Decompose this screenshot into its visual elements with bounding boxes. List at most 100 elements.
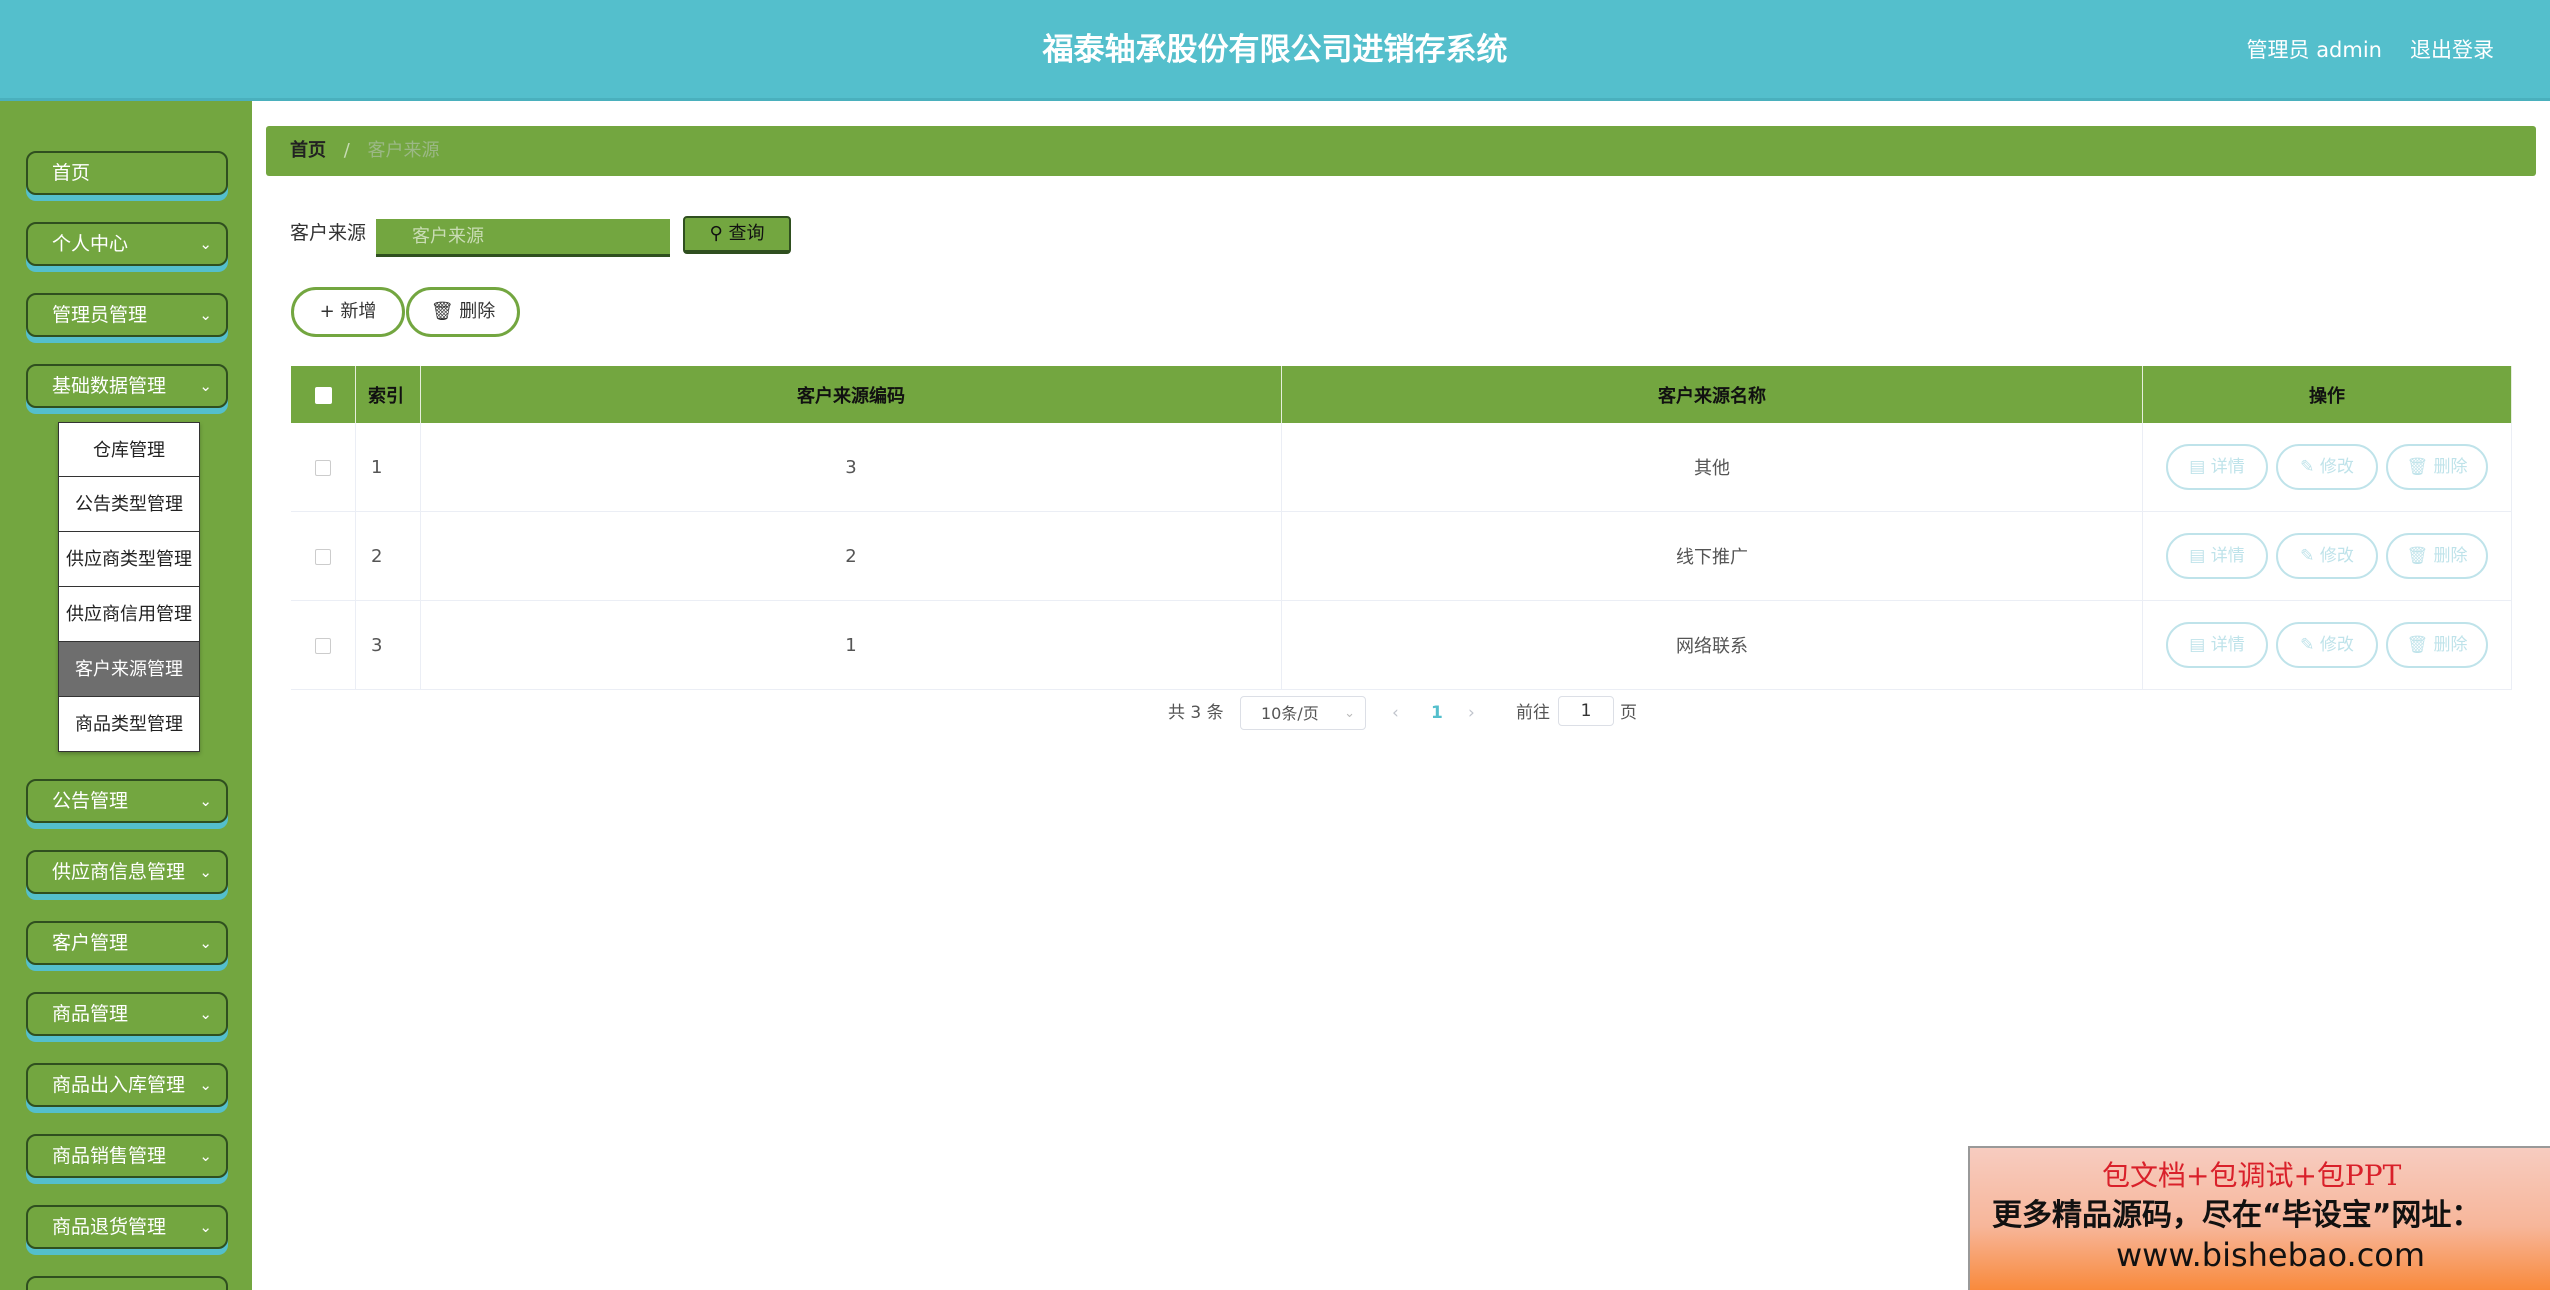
next-page-icon[interactable]: › <box>1468 696 1475 730</box>
search-icon: ⚲ <box>709 223 723 244</box>
detail-button-label: 详情 <box>2210 635 2245 655</box>
current-user: 管理员 admin <box>2246 38 2382 62</box>
edit-button[interactable]: ✎ 修改 <box>2276 533 2378 579</box>
sidebar-item-customer[interactable]: 客户管理 ⌄ <box>26 921 228 965</box>
document-icon: ▤ <box>2189 546 2206 566</box>
submenu-item-supplier-credit[interactable]: 供应商信用管理 <box>58 587 200 642</box>
chevron-down-icon: ⌄ <box>199 792 212 810</box>
delete-button-label: 删除 <box>459 301 496 322</box>
sidebar-item-label: 商品退货管理 <box>52 1216 167 1238</box>
search-input[interactable] <box>376 219 670 257</box>
sidebar-item-supplier[interactable]: 供应商信息管理 ⌄ <box>26 850 228 894</box>
sidebar-item-label: 客户管理 <box>52 932 129 954</box>
breadcrumb: 首页 / 客户来源 <box>266 126 2536 176</box>
chevron-down-icon: ⌄ <box>199 1218 212 1236</box>
breadcrumb-home[interactable]: 首页 <box>290 140 326 161</box>
sidebar-item-home[interactable]: 首页 <box>26 151 228 195</box>
cell-ops: ▤ 详情 ✎ 修改 🗑 删除 <box>2142 423 2512 512</box>
row-delete-button-label: 删除 <box>2433 546 2468 566</box>
submenu-item-notice-type[interactable]: 公告类型管理 <box>58 477 200 532</box>
chevron-down-icon: ⌄ <box>1344 706 1355 721</box>
goto-page-input[interactable]: 1 <box>1558 696 1614 726</box>
row-delete-button[interactable]: 🗑 删除 <box>2386 444 2488 490</box>
column-header-code: 客户来源编码 <box>420 366 1282 423</box>
submenu-item-supplier-type[interactable]: 供应商类型管理 <box>58 532 200 587</box>
sidebar-item-label: 首页 <box>52 162 91 184</box>
sidebar-item-more[interactable] <box>26 1276 228 1290</box>
trash-icon: 🗑 <box>2406 457 2429 477</box>
submenu-item-goods-type[interactable]: 商品类型管理 <box>58 697 200 752</box>
submenu-item-customer-source[interactable]: 客户来源管理 <box>58 642 200 697</box>
detail-button-label: 详情 <box>2210 546 2245 566</box>
cell-index: 3 <box>355 600 421 690</box>
cell-ops: ▤ 详情 ✎ 修改 🗑 删除 <box>2142 511 2512 601</box>
submenu-item-warehouse[interactable]: 仓库管理 <box>58 422 200 477</box>
edit-button-label: 修改 <box>2319 635 2354 655</box>
cell-index: 2 <box>355 511 421 601</box>
promo-line-2: 更多精品源码，尽在“毕设宝”网址： <box>1992 1198 2482 1233</box>
table-row: 2 2 线下推广 ▤ 详情 ✎ 修改 🗑 删除 <box>291 511 2512 601</box>
promo-line-3: www.bishebao.com <box>2116 1236 2426 1274</box>
detail-button[interactable]: ▤ 详情 <box>2166 533 2268 579</box>
select-all-checkbox[interactable] <box>314 386 332 404</box>
cell-ops: ▤ 详情 ✎ 修改 🗑 删除 <box>2142 600 2512 690</box>
row-delete-button-label: 删除 <box>2433 635 2468 655</box>
detail-button[interactable]: ▤ 详情 <box>2166 622 2268 668</box>
search-button[interactable]: ⚲ 查询 <box>683 216 791 254</box>
chevron-down-icon: ⌄ <box>199 1147 212 1165</box>
sidebar-item-label: 供应商信息管理 <box>52 861 186 883</box>
cell-code: 3 <box>420 423 1282 512</box>
cell-index: 1 <box>355 423 421 512</box>
pagination-total: 共 3 条 <box>1168 703 1224 723</box>
top-header: 福泰轴承股份有限公司进销存系统 管理员 admin 退出登录 <box>0 0 2550 101</box>
edit-button-label: 修改 <box>2319 546 2354 566</box>
chevron-down-icon: ⌄ <box>199 934 212 952</box>
sidebar-item-notice[interactable]: 公告管理 ⌄ <box>26 779 228 823</box>
logout-link[interactable]: 退出登录 <box>2410 0 2494 101</box>
document-icon: ▤ <box>2189 635 2206 655</box>
plus-icon: + <box>319 301 335 322</box>
page-size-select[interactable]: 10条/页 ⌄ <box>1240 696 1366 730</box>
delete-button[interactable]: 🗑 删除 <box>406 287 520 337</box>
detail-button[interactable]: ▤ 详情 <box>2166 444 2268 490</box>
row-checkbox[interactable] <box>315 548 331 565</box>
edit-button[interactable]: ✎ 修改 <box>2276 622 2378 668</box>
sidebar-item-label: 个人中心 <box>52 233 129 255</box>
add-button[interactable]: + 新增 <box>291 287 405 337</box>
detail-button-label: 详情 <box>2210 457 2245 477</box>
edit-button[interactable]: ✎ 修改 <box>2276 444 2378 490</box>
sidebar-item-goods-return[interactable]: 商品退货管理 ⌄ <box>26 1205 228 1249</box>
cell-name: 线下推广 <box>1281 511 2143 601</box>
row-delete-button[interactable]: 🗑 删除 <box>2386 622 2488 668</box>
trash-icon: 🗑 <box>2406 635 2429 655</box>
add-button-label: 新增 <box>340 301 377 322</box>
sidebar-item-admin[interactable]: 管理员管理 ⌄ <box>26 293 228 337</box>
prev-page-icon[interactable]: ‹ <box>1392 696 1399 730</box>
chevron-down-icon: ⌄ <box>199 863 212 881</box>
goto-prefix: 前往 <box>1516 703 1550 723</box>
chevron-down-icon: ⌄ <box>199 1076 212 1094</box>
promo-banner: 包文档+包调试+包PPT 更多精品源码，尽在“毕设宝”网址： www.bishe… <box>1968 1146 2550 1290</box>
pencil-icon: ✎ <box>2300 635 2315 655</box>
cell-code: 1 <box>420 600 1282 690</box>
search-label: 客户来源 <box>290 222 367 244</box>
trash-icon: 🗑 <box>2406 546 2429 566</box>
page-number-current[interactable]: 1 <box>1431 696 1443 730</box>
chevron-down-icon: ⌄ <box>199 377 212 395</box>
edit-button-label: 修改 <box>2319 457 2354 477</box>
column-header-ops: 操作 <box>2142 366 2512 423</box>
pencil-icon: ✎ <box>2300 457 2315 477</box>
submenu-basic-data: 仓库管理 公告类型管理 供应商类型管理 供应商信用管理 客户来源管理 商品类型管… <box>58 422 200 752</box>
search-button-label: 查询 <box>728 223 765 244</box>
row-checkbox[interactable] <box>315 637 331 654</box>
cell-name: 其他 <box>1281 423 2143 512</box>
sidebar-item-profile[interactable]: 个人中心 ⌄ <box>26 222 228 266</box>
row-delete-button[interactable]: 🗑 删除 <box>2386 533 2488 579</box>
page-size-value: 10条/页 <box>1261 704 1319 723</box>
row-checkbox[interactable] <box>315 459 331 476</box>
sidebar-item-basic-data[interactable]: 基础数据管理 ⌄ <box>26 364 228 408</box>
sidebar-item-goods-inout[interactable]: 商品出入库管理 ⌄ <box>26 1063 228 1107</box>
sidebar-item-goods-sales[interactable]: 商品销售管理 ⌄ <box>26 1134 228 1178</box>
sidebar-item-goods[interactable]: 商品管理 ⌄ <box>26 992 228 1036</box>
sidebar-item-label: 基础数据管理 <box>52 375 167 397</box>
